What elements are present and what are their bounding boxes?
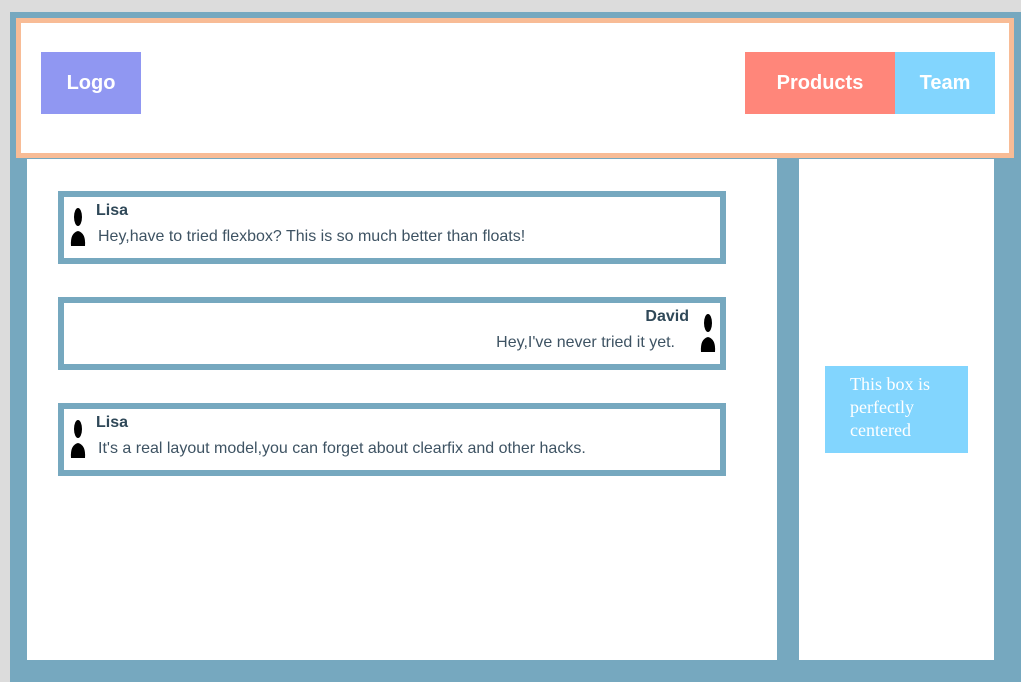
message-text: Hey,I've never tried it yet.: [496, 334, 675, 351]
nav-team-button[interactable]: Team: [895, 52, 995, 114]
chat-panel: Lisa Hey,have to tried flexbox? This is …: [27, 159, 777, 660]
person-silhouette-icon: [700, 314, 716, 352]
message-author: David: [645, 308, 689, 325]
message-text: Hey,have to tried flexbox? This is so mu…: [98, 228, 526, 245]
sidebar: This box is perfectly centered: [799, 159, 994, 660]
page-frame: Logo Products Team Lisa Hey,have to trie…: [10, 12, 1021, 682]
chat-message: Lisa Hey,have to tried flexbox? This is …: [58, 191, 726, 264]
centered-box: This box is perfectly centered: [825, 366, 968, 453]
person-silhouette-icon: [70, 208, 86, 246]
header: Logo Products Team: [16, 18, 1014, 158]
message-author: Lisa: [96, 414, 129, 431]
person-silhouette-icon: [70, 420, 86, 458]
logo[interactable]: Logo: [41, 52, 141, 114]
message-author: Lisa: [96, 202, 129, 219]
chat-message: Lisa It's a real layout model,you can fo…: [58, 403, 726, 476]
nav-products-button[interactable]: Products: [745, 52, 895, 114]
chat-message: David Hey,I've never tried it yet.: [58, 297, 726, 370]
main-nav: Products Team: [745, 52, 995, 114]
message-text: It's a real layout model,you can forget …: [98, 440, 586, 457]
